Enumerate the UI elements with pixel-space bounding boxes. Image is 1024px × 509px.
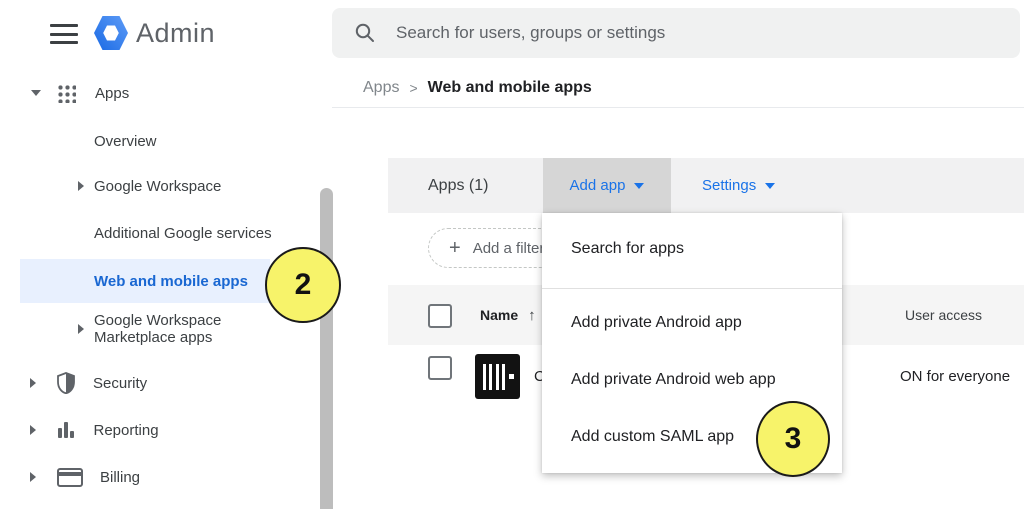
menu-item-search-for-apps[interactable]: Search for apps [542, 228, 842, 270]
annotation-step-3: 3 [756, 401, 830, 477]
global-search-bar[interactable] [332, 8, 1020, 58]
breadcrumb-separator: > [409, 80, 417, 96]
chevron-right-icon[interactable] [30, 425, 36, 435]
select-all-checkbox[interactable] [428, 304, 452, 328]
sidebar-item-label: Billing [100, 469, 140, 486]
apps-grid-icon [57, 84, 76, 103]
plus-icon: + [449, 237, 461, 260]
sidebar-item-billing[interactable]: Billing [0, 463, 140, 491]
add-filter-label: Add a filter [473, 240, 545, 257]
column-header-name[interactable]: Name ↑ [480, 285, 536, 345]
sidebar-item-google-workspace[interactable]: Google Workspace [0, 172, 221, 200]
shield-icon [56, 372, 76, 394]
chevron-right-icon[interactable] [30, 472, 36, 482]
sidebar-item-label: Additional Google services [94, 225, 272, 242]
settings-label: Settings [702, 177, 756, 194]
apps-toolbar: Apps (1) Add app Settings [388, 158, 1024, 214]
credit-card-icon [57, 468, 83, 487]
caret-down-icon [765, 183, 775, 189]
add-app-button[interactable]: Add app [543, 158, 671, 213]
sidebar-item-web-and-mobile-apps[interactable]: Web and mobile apps [20, 259, 270, 303]
sidebar-scrollbar[interactable] [320, 188, 333, 509]
hamburger-menu-icon[interactable] [50, 24, 78, 44]
menu-item-add-private-android-app[interactable]: Add private Android app [542, 302, 842, 344]
chevron-right-icon[interactable] [78, 181, 84, 191]
sidebar-item-label: Google Workspace [94, 178, 221, 195]
sidebar-item-additional-google-services[interactable]: Additional Google services [0, 219, 272, 247]
sidebar-item-security[interactable]: Security [0, 369, 147, 397]
sidebar-item-label: Apps [95, 85, 129, 102]
google-admin-logo-icon [94, 14, 128, 52]
annotation-step-2: 2 [265, 247, 341, 323]
chevron-right-icon[interactable] [30, 378, 36, 388]
sidebar-item-overview[interactable]: Overview [0, 127, 157, 155]
caret-down-icon [634, 183, 644, 189]
add-app-label: Add app [570, 177, 626, 194]
bar-chart-icon [58, 422, 74, 438]
sidebar-item-apps[interactable]: Apps [0, 79, 129, 107]
header-divider [332, 107, 1024, 108]
app-title: Admin [136, 18, 215, 49]
chevron-right-icon[interactable] [78, 324, 84, 334]
menu-item-add-private-android-web-app[interactable]: Add private Android web app [542, 359, 842, 401]
sidebar-item-label: Overview [94, 133, 157, 150]
admin-console-page: Admin Apps > Web and mobile apps Apps Ov… [0, 0, 1024, 509]
breadcrumb-parent-link[interactable]: Apps [363, 79, 399, 97]
row-checkbox[interactable] [428, 356, 452, 380]
sidebar-item-label: Reporting [94, 422, 159, 439]
search-input[interactable] [394, 22, 958, 44]
sidebar-item-label: Security [93, 375, 147, 392]
sidebar-item-label: Web and mobile apps [94, 273, 248, 290]
sidebar-item-label: Google Workspace Marketplace apps [94, 312, 259, 346]
breadcrumb: Apps > Web and mobile apps [363, 79, 592, 97]
settings-button[interactable]: Settings [688, 158, 789, 213]
apps-count-label: Apps (1) [428, 158, 488, 213]
menu-divider [542, 288, 842, 289]
search-icon [354, 22, 376, 44]
sidebar-item-marketplace-apps[interactable]: Google Workspace Marketplace apps [0, 314, 259, 344]
user-access-cell: ON for everyone [900, 345, 1010, 407]
sort-ascending-icon[interactable]: ↑ [528, 307, 536, 324]
breadcrumb-current: Web and mobile apps [428, 79, 592, 97]
app-logo-icon [475, 354, 520, 399]
chevron-down-icon[interactable] [31, 90, 41, 96]
column-header-user-access: User access [905, 285, 982, 345]
sidebar-item-reporting[interactable]: Reporting [0, 416, 159, 444]
